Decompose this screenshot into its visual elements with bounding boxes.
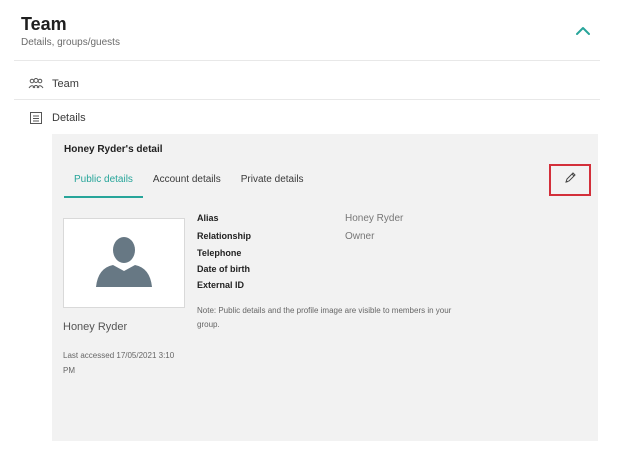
page-title: Team <box>21 14 67 34</box>
nav-item-team[interactable]: Team <box>14 67 600 100</box>
field-label-telephone: Telephone <box>197 248 242 258</box>
field-label-alias: Alias <box>197 213 219 223</box>
last-accessed: Last accessed 17/05/2021 3:10 PM <box>63 351 175 375</box>
nav-item-details[interactable]: Details <box>14 101 600 134</box>
field-label-external-id: External ID <box>197 280 245 290</box>
divider <box>14 99 600 100</box>
person-silhouette-icon <box>94 235 154 292</box>
tab-private-details[interactable]: Private details <box>231 170 314 196</box>
detail-panel: Honey Ryder's detail Public details Acco… <box>52 134 598 441</box>
list-icon <box>28 110 44 126</box>
edit-button[interactable] <box>549 164 591 196</box>
field-value-alias: Honey Ryder <box>345 213 404 224</box>
page-subtitle: Details, groups/guests <box>21 37 120 48</box>
pencil-icon <box>563 171 577 190</box>
team-icon <box>28 76 44 92</box>
tab-account-details[interactable]: Account details <box>143 170 231 196</box>
detail-title: Honey Ryder's detail <box>64 144 163 155</box>
chevron-up-icon[interactable] <box>572 20 594 42</box>
field-label-relationship: Relationship <box>197 231 252 241</box>
field-label-date-of-birth: Date of birth <box>197 264 250 274</box>
tab-public-details[interactable]: Public details <box>64 170 143 198</box>
nav-item-label: Team <box>52 77 79 90</box>
member-name: Honey Ryder <box>63 321 128 333</box>
nav-item-label: Details <box>52 111 86 124</box>
detail-tabs: Public details Account details Private d… <box>64 170 314 198</box>
section-header: Team Details, groups/guests <box>0 0 600 60</box>
field-value-relationship: Owner <box>345 231 375 242</box>
profile-image <box>63 218 185 308</box>
visibility-note: Note: Public details and the profile ima… <box>197 306 452 329</box>
divider <box>14 60 600 61</box>
